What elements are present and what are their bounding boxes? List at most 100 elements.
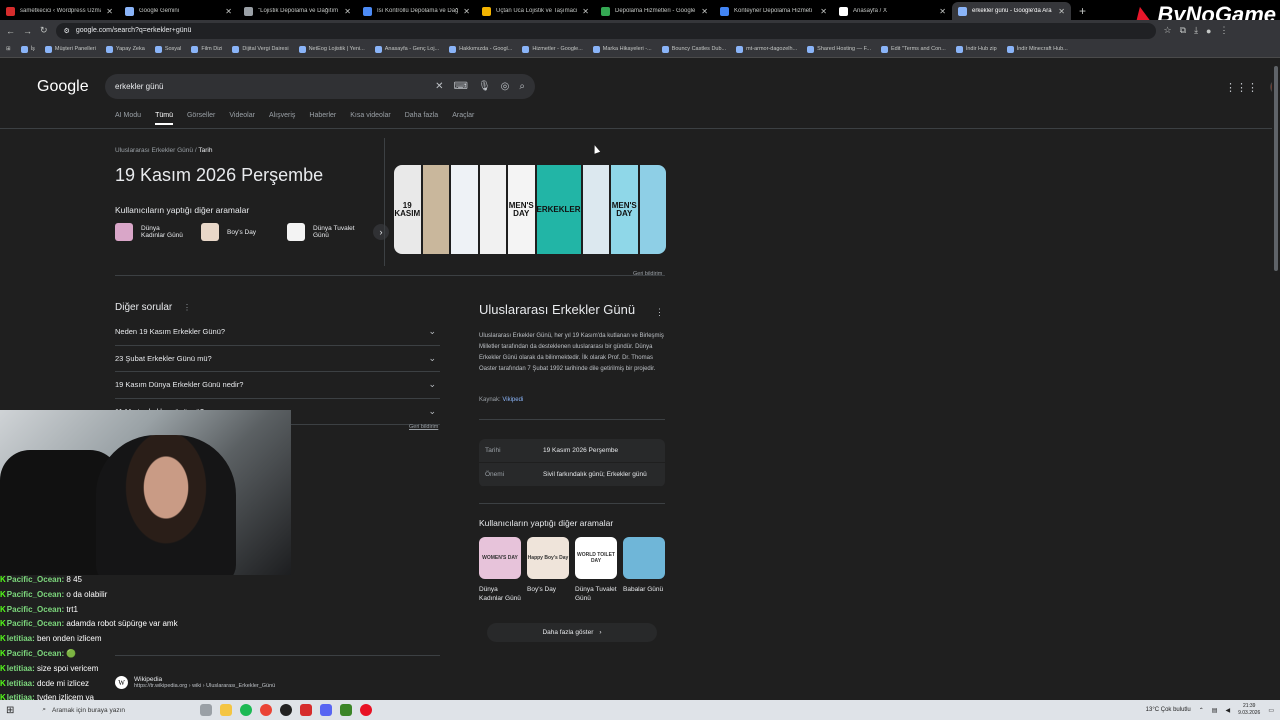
bookmark-item[interactable]: Yapay Zeka xyxy=(105,45,145,53)
app-icon[interactable] xyxy=(300,704,313,716)
new-tab-button[interactable]: + xyxy=(1071,2,1094,20)
nav-tab[interactable]: Tümü xyxy=(155,112,173,125)
page-scrollbar[interactable] xyxy=(1272,58,1280,700)
bookmark-item[interactable]: Edit "Terms and Con... xyxy=(880,45,946,53)
related-search-chip[interactable]: Dünya Tuvalet Günü xyxy=(287,223,357,241)
app-icon-2[interactable] xyxy=(360,704,373,716)
bookmark-item[interactable]: Müşteri Panelleri xyxy=(44,45,96,53)
browser-menu-icon[interactable]: ⋮ xyxy=(1219,25,1228,36)
image-thumbnail[interactable]: MEN'S DAY xyxy=(508,165,535,254)
image-thumbnail[interactable]: MEN'S DAY xyxy=(611,165,638,254)
browser-tab[interactable]: Depolama Hizmetleri - Google ✕ xyxy=(595,2,714,20)
lens-icon[interactable]: ◎ xyxy=(501,81,510,92)
close-tab-icon[interactable]: ✕ xyxy=(344,7,351,16)
taskbar-search[interactable]: ⌕ Aramak için buraya yazın xyxy=(22,702,192,718)
image-thumbnail[interactable] xyxy=(582,165,610,254)
omnibox[interactable]: ⚙ google.com/search?q=erkekler+günü xyxy=(55,22,1156,39)
back-icon[interactable]: ← xyxy=(6,26,15,36)
close-tab-icon[interactable]: ✕ xyxy=(820,7,827,16)
paa-question[interactable]: 23 Şubat Erkekler Günü mü? ⌄ xyxy=(115,346,440,372)
bookmark-item[interactable]: NetEog Lojistik | Yeni... xyxy=(298,45,365,53)
image-thumbnail[interactable]: 19 KASIM xyxy=(394,165,421,254)
related-search-chip[interactable]: Boy's Day xyxy=(201,223,271,241)
bookmark-item[interactable]: Sosyal xyxy=(154,45,181,53)
bookmark-item[interactable]: İndir Hub zip xyxy=(955,45,997,53)
feedback-link[interactable]: Geri bildirim xyxy=(633,271,662,277)
image-thumbnail[interactable] xyxy=(639,165,666,254)
nav-tab[interactable]: Videolar xyxy=(229,112,255,125)
bookmark-item[interactable]: mt-armor-dagozelh... xyxy=(736,45,797,53)
apps-shortcut-icon[interactable]: ⊞ xyxy=(6,46,11,52)
kp-source-link[interactable]: Vikipedi xyxy=(502,397,523,403)
browser-tab[interactable]: Uçtan Uca Lojistik ve Taşımacılık ✕ xyxy=(476,2,595,20)
bookmark-item[interactable]: Bouncy Castles Dub... xyxy=(661,45,726,53)
reload-icon[interactable]: ↻ xyxy=(40,25,48,36)
profile-icon[interactable]: ● xyxy=(1206,26,1211,36)
close-tab-icon[interactable]: ✕ xyxy=(939,7,946,16)
image-thumbnail[interactable] xyxy=(451,165,478,254)
file-explorer-icon[interactable] xyxy=(220,704,233,716)
bookmark-item[interactable]: İş xyxy=(20,45,35,53)
image-thumbnail[interactable] xyxy=(479,165,506,254)
search-box[interactable]: erkekler günü ✕ ⌨ 🎙 ◎ ⌕ xyxy=(105,74,535,99)
close-tab-icon[interactable]: ✕ xyxy=(1058,7,1065,16)
image-strip[interactable]: 19 KASIM MEN'S DAY ERKEKLER MEN'S DAY xyxy=(394,165,666,254)
nav-tab[interactable]: AI Modu xyxy=(115,112,141,125)
windows-start-icon[interactable]: ⊞ xyxy=(6,705,14,716)
kp-related-card[interactable]: WOMEN'S DAY Dünya Kadınlar Günü xyxy=(479,537,521,603)
kp-fact-value[interactable]: 19 Kasım 2026 Perşembe xyxy=(543,447,618,454)
paa-feedback-link[interactable]: Geri bildirim xyxy=(409,424,438,430)
bookmark-item[interactable]: Marka Hikayeleri -... xyxy=(592,45,652,53)
nav-tab[interactable]: Haberler xyxy=(309,112,336,125)
chrome-icon[interactable] xyxy=(260,704,273,716)
bookmark-item[interactable]: Anasayfa - Genç Loj... xyxy=(374,45,439,53)
browser-tab[interactable]: "Lojistik Depolama ve Dağıtım ✕ xyxy=(238,2,357,20)
related-next-button[interactable]: › xyxy=(373,224,389,240)
mic-icon[interactable]: 🎙 xyxy=(478,81,491,92)
browser-tab[interactable]: sametkecici ‹ Wordpress Uzmanı ✕ xyxy=(0,2,119,20)
kp-related-card[interactable]: Babalar Günü xyxy=(623,537,665,603)
download-icon[interactable]: ⤓ xyxy=(1194,25,1198,36)
paa-question[interactable]: 19 Kasım Dünya Erkekler Günü nedir? ⌄ xyxy=(115,372,440,399)
clear-icon[interactable]: ✕ xyxy=(435,81,443,92)
more-options-icon[interactable]: ⋮ xyxy=(183,303,191,312)
scrollbar-thumb[interactable] xyxy=(1274,66,1278,271)
forward-icon[interactable]: → xyxy=(23,26,32,36)
bookmark-item[interactable]: Shared Hosting — F... xyxy=(807,45,871,53)
notification-icon[interactable]: ▭ xyxy=(1268,707,1274,714)
extensions-icon[interactable]: ⧉ xyxy=(1180,25,1186,36)
weather-widget[interactable]: 13°C Çok bulutlu xyxy=(1146,707,1191,713)
nav-tab[interactable]: Araçlar xyxy=(452,112,474,125)
spotify-icon[interactable] xyxy=(240,704,253,716)
show-more-button[interactable]: Daha fazla göster › xyxy=(487,623,657,642)
site-info-icon[interactable]: ⚙ xyxy=(64,27,70,35)
google-logo[interactable]: Google xyxy=(37,78,89,96)
paa-question[interactable]: Neden 19 Kasım Erkekler Günü? ⌄ xyxy=(115,319,440,346)
clock[interactable]: 21:39 9.03.2026 xyxy=(1238,703,1260,717)
close-tab-icon[interactable]: ✕ xyxy=(225,7,232,16)
search-icon[interactable]: ⌕ xyxy=(519,81,525,92)
bookmark-item[interactable]: İndir Minecraft Hub... xyxy=(1006,45,1068,53)
taskbar-search-text[interactable]: Aramak için buraya yazın xyxy=(52,707,125,714)
breadcrumb-parent[interactable]: Uluslararası Erkekler Günü xyxy=(115,147,193,154)
kp-more-icon[interactable]: ⋮ xyxy=(655,307,664,318)
url-text[interactable]: google.com/search?q=erkekler+günü xyxy=(76,27,192,34)
image-thumbnail[interactable] xyxy=(422,165,449,254)
browser-tab[interactable]: Isı Kontrollü Depolama ve Dağı ✕ xyxy=(357,2,476,20)
volume-icon[interactable]: ◀ xyxy=(1225,707,1230,714)
kp-related-card[interactable]: Happy Boy's Day Boy's Day xyxy=(527,537,569,603)
close-tab-icon[interactable]: ✕ xyxy=(106,7,113,16)
network-icon[interactable]: ▤ xyxy=(1212,707,1218,714)
bookmark-star-icon[interactable]: ☆ xyxy=(1164,25,1172,36)
search-input[interactable]: erkekler günü xyxy=(115,82,425,91)
close-tab-icon[interactable]: ✕ xyxy=(463,7,470,16)
task-view-icon[interactable] xyxy=(200,704,213,716)
bookmark-item[interactable]: Hizmetler - Google... xyxy=(522,45,583,53)
obs-icon[interactable] xyxy=(280,704,293,716)
related-search-chip[interactable]: Dünya Kadınlar Günü xyxy=(115,223,185,241)
kp-fact-value[interactable]: Sivil farkındalık günü; Erkekler günü xyxy=(543,471,647,478)
nav-tab[interactable]: Görseller xyxy=(187,112,215,125)
close-tab-icon[interactable]: ✕ xyxy=(701,7,708,16)
browser-tab[interactable]: erkekler günü - Google'da Ara ✕ xyxy=(952,2,1071,20)
bookmark-item[interactable]: Film Dizi xyxy=(191,45,222,53)
